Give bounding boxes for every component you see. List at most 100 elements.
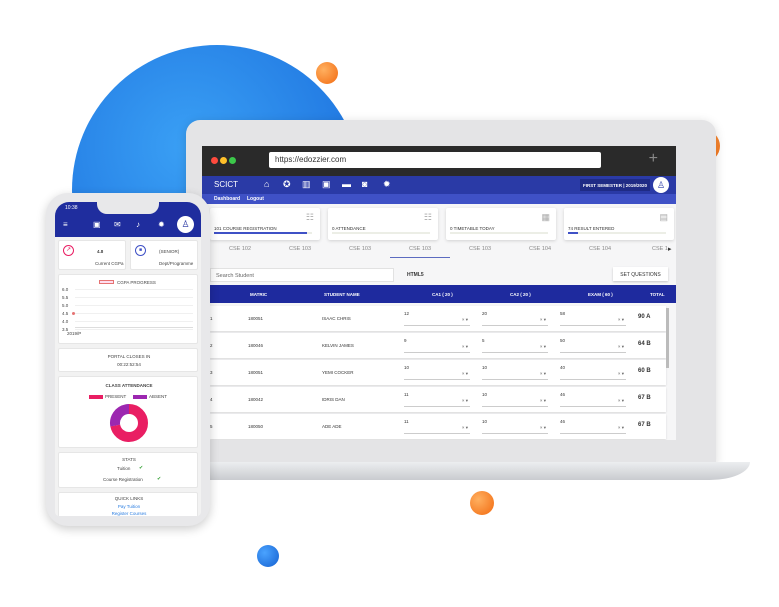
clear-dropdown-icon[interactable]: × ▾ bbox=[618, 371, 624, 377]
tab-course[interactable]: CSE 102 bbox=[210, 246, 270, 252]
exam-input[interactable]: 58 × ▾ bbox=[560, 311, 626, 326]
y-tick: 4.5 bbox=[62, 311, 69, 316]
ca2-input[interactable]: 10 × ▾ bbox=[482, 419, 548, 434]
new-tab-icon[interactable]: + bbox=[649, 150, 658, 168]
wallet-icon[interactable]: ▣ bbox=[93, 220, 101, 229]
clear-dropdown-icon[interactable]: × ▾ bbox=[618, 398, 624, 404]
ca2-input[interactable]: 10 × ▾ bbox=[482, 392, 548, 407]
award-icon[interactable]: ✪ bbox=[283, 179, 291, 190]
clear-dropdown-icon[interactable]: × ▾ bbox=[462, 317, 468, 323]
clear-dropdown-icon[interactable]: × ▾ bbox=[618, 344, 624, 350]
exam-input[interactable]: 46 × ▾ bbox=[560, 392, 626, 407]
ca1-value: 10 bbox=[404, 365, 410, 370]
clear-dropdown-icon[interactable]: × ▾ bbox=[540, 371, 546, 377]
clear-dropdown-icon[interactable]: × ▾ bbox=[618, 425, 624, 431]
ca2-input[interactable]: 20 × ▾ bbox=[482, 311, 548, 326]
scrollbar[interactable] bbox=[666, 308, 669, 368]
clear-dropdown-icon[interactable]: × ▾ bbox=[540, 344, 546, 350]
id-card-icon[interactable]: ▣ bbox=[322, 179, 331, 190]
table-row: 4 180042 IDRIS DAN 11 × ▾ 10 × ▾ 46 × ▾ 67 B bbox=[210, 387, 666, 412]
absent-swatch bbox=[133, 395, 147, 399]
stat-card-attendance[interactable]: ☷ 0 ATTENDANCE bbox=[328, 208, 438, 240]
ca1-input[interactable]: 11 × ▾ bbox=[404, 392, 470, 407]
ca2-value: 5 bbox=[482, 338, 485, 343]
clear-dropdown-icon[interactable]: × ▾ bbox=[462, 344, 468, 350]
bus-icon[interactable]: ◙ bbox=[362, 179, 367, 189]
maximize-dot[interactable] bbox=[229, 157, 236, 164]
student-name: YEMI COCKER bbox=[322, 370, 354, 375]
exam-input[interactable]: 50 × ▾ bbox=[560, 338, 626, 353]
brand-logo[interactable]: SCICT bbox=[214, 180, 238, 189]
y-tick: 4.0 bbox=[62, 319, 69, 324]
search-input[interactable]: Search Student bbox=[210, 268, 394, 282]
clear-dropdown-icon[interactable]: × ▾ bbox=[462, 371, 468, 377]
ca2-input[interactable]: 10 × ▾ bbox=[482, 365, 548, 380]
clear-dropdown-icon[interactable]: × ▾ bbox=[618, 317, 624, 323]
attendance-title: CLASS ATTENDANCE bbox=[105, 383, 153, 388]
nav-logout[interactable]: Logout bbox=[247, 196, 264, 202]
check-icon: ✔ bbox=[139, 465, 144, 471]
home-icon[interactable]: ⌂ bbox=[264, 179, 269, 189]
total: 67 B bbox=[638, 395, 651, 401]
bell-icon[interactable]: ♪ bbox=[136, 220, 140, 229]
progress-fill bbox=[214, 232, 308, 234]
cgpa-value: 4.8 bbox=[97, 249, 104, 254]
attendance-donut bbox=[110, 404, 148, 442]
nav-dashboard[interactable]: Dashboard bbox=[214, 196, 240, 202]
clear-dropdown-icon[interactable]: × ▾ bbox=[462, 425, 468, 431]
tab-course[interactable]: CSE 103 bbox=[450, 246, 510, 252]
notch bbox=[97, 202, 159, 214]
clear-dropdown-icon[interactable]: × ▾ bbox=[540, 425, 546, 431]
attendance-card: CLASS ATTENDANCE PRESENT ABSENT bbox=[58, 376, 198, 448]
register-courses-link[interactable]: Register Courses bbox=[59, 511, 199, 516]
stats-title: STATS bbox=[122, 457, 136, 462]
gear-icon[interactable]: ✹ bbox=[383, 179, 391, 190]
stats-card: STATS Tuition ✔ Course Registration ✔ bbox=[58, 452, 198, 488]
tab-course[interactable]: CSE 103 bbox=[330, 246, 390, 252]
exam-input[interactable]: 40 × ▾ bbox=[560, 365, 626, 380]
pay-tuition-link[interactable]: Pay Tuition bbox=[59, 504, 199, 509]
ca1-input[interactable]: 9 × ▾ bbox=[404, 338, 470, 353]
tab-course[interactable]: CSE 104 bbox=[510, 246, 570, 252]
tab-course[interactable]: CSE 103 bbox=[390, 246, 450, 258]
card-icon[interactable]: ▬ bbox=[342, 179, 351, 189]
set-questions-button[interactable]: SET QUESTIONS bbox=[613, 267, 668, 281]
student-name: KELVIN JAMES bbox=[322, 343, 354, 348]
avatar[interactable]: ♙ bbox=[177, 216, 194, 233]
stat-card-course-registration[interactable]: ☷ 101 COURSE REGISTRATION bbox=[210, 208, 320, 240]
group-icon: ☷ bbox=[423, 212, 432, 222]
quick-links-title: QUICK LINKS bbox=[114, 496, 144, 501]
ca1-input[interactable]: 10 × ▾ bbox=[404, 365, 470, 380]
stat-card-timetable[interactable]: ▦ 0 TIMETABLE TODAY bbox=[446, 208, 556, 240]
mail-icon[interactable]: ✉ bbox=[114, 220, 121, 229]
stat-card-results[interactable]: ▤ 74 RESULT ENTERED bbox=[564, 208, 674, 240]
close-dot[interactable] bbox=[211, 157, 218, 164]
chevron-right-icon[interactable]: ▸ bbox=[668, 245, 672, 253]
ca1-input[interactable]: 12 × ▾ bbox=[404, 311, 470, 326]
tab-course[interactable]: CSE 104 bbox=[570, 246, 630, 252]
clear-dropdown-icon[interactable]: × ▾ bbox=[462, 398, 468, 404]
y-tick: 6.0 bbox=[62, 287, 69, 292]
ca1-input[interactable]: 11 × ▾ bbox=[404, 419, 470, 434]
gear-icon[interactable]: ✹ bbox=[158, 220, 165, 229]
gridline bbox=[75, 289, 193, 290]
avatar[interactable]: ♙ bbox=[653, 177, 669, 193]
tab-course[interactable]: CSE 103 bbox=[270, 246, 330, 252]
laptop-base bbox=[150, 462, 750, 480]
absent-label: ABSENT bbox=[149, 394, 168, 399]
gridline bbox=[75, 305, 193, 306]
quick-links-card: QUICK LINKS Pay Tuition Register Courses bbox=[58, 492, 198, 516]
minimize-dot[interactable] bbox=[220, 157, 227, 164]
menu-icon[interactable]: ≡ bbox=[63, 220, 68, 229]
ca2-input[interactable]: 5 × ▾ bbox=[482, 338, 548, 353]
clear-dropdown-icon[interactable]: × ▾ bbox=[540, 317, 546, 323]
row-number: 5 bbox=[210, 424, 213, 429]
legend-swatch bbox=[99, 280, 114, 284]
data-point bbox=[72, 312, 75, 315]
exam-input[interactable]: 46 × ▾ bbox=[560, 419, 626, 434]
url-bar[interactable]: https://edozzier.com bbox=[269, 152, 601, 168]
clear-dropdown-icon[interactable]: × ▾ bbox=[540, 398, 546, 404]
book-icon[interactable]: ▥ bbox=[302, 179, 311, 190]
y-tick: 5.0 bbox=[62, 303, 69, 308]
matric: 180046 bbox=[248, 343, 264, 348]
